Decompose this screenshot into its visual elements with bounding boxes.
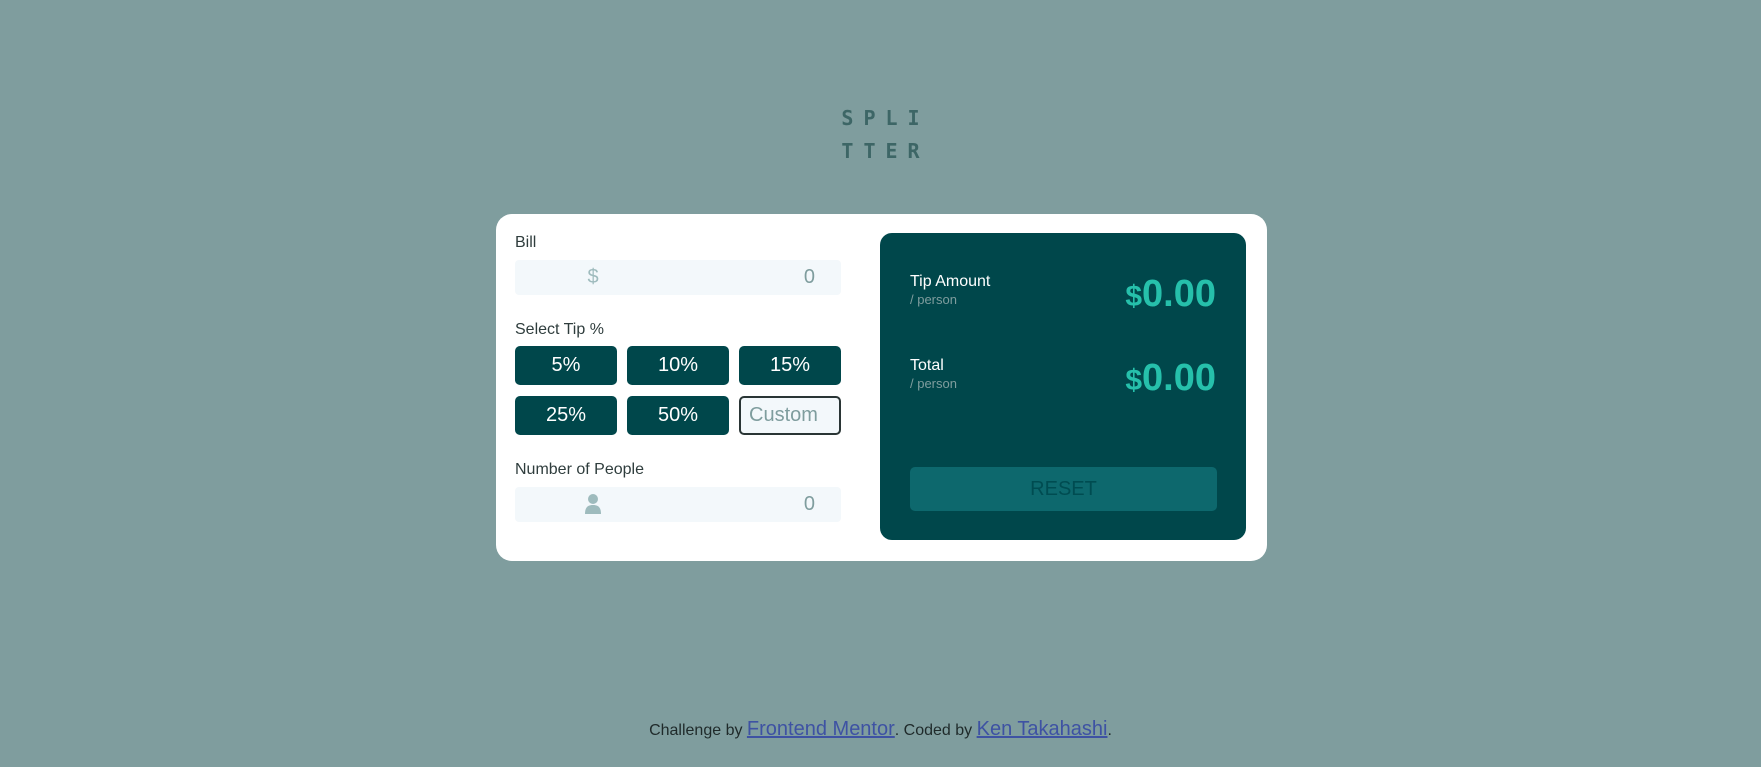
app-logo: SPLI TTER [0, 102, 1761, 168]
tip-50-button[interactable]: 50% [627, 396, 729, 435]
bill-input[interactable]: $ 0 [515, 260, 841, 295]
select-tip-label: Select Tip % [515, 321, 604, 338]
footer-middle: . Coded by [894, 722, 973, 739]
people-value: 0 [803, 493, 815, 515]
logo-line-1: SPLI [841, 106, 930, 130]
attribution-footer: Challenge by Frontend Mentor. Coded by K… [0, 718, 1761, 741]
total-sub: / person [910, 376, 957, 391]
people-label: Number of People [515, 461, 644, 478]
tip-5-button[interactable]: 5% [515, 346, 617, 385]
bill-value: 0 [803, 266, 815, 288]
tip-25-button[interactable]: 25% [515, 396, 617, 435]
tip-amount-label: Tip Amount [910, 273, 991, 290]
custom-tip-input[interactable]: Custom [739, 396, 841, 435]
results-panel: Tip Amount / person $0.00 Total / person… [880, 233, 1246, 540]
people-input[interactable]: 0 [515, 487, 841, 522]
tip-currency: $ [1125, 280, 1143, 313]
frontend-mentor-link[interactable]: Frontend Mentor [747, 718, 895, 740]
footer-suffix: . [1107, 722, 1112, 739]
logo-line-2: TTER [841, 139, 930, 163]
reset-button[interactable]: RESET [910, 467, 1217, 511]
tip-amount-sub: / person [910, 292, 957, 307]
dollar-icon: $ [587, 266, 599, 288]
total-label: Total [910, 357, 944, 374]
tip-amount-value: $0.00 [1125, 273, 1216, 318]
total-number: 0.00 [1142, 357, 1216, 399]
bill-label: Bill [515, 234, 537, 251]
author-link[interactable]: Ken Takahashi [977, 718, 1108, 740]
tip-15-button[interactable]: 15% [739, 346, 841, 385]
total-currency: $ [1125, 364, 1143, 397]
tip-10-button[interactable]: 10% [627, 346, 729, 385]
total-value: $0.00 [1125, 357, 1216, 402]
tip-amount-number: 0.00 [1142, 273, 1216, 315]
footer-prefix: Challenge by [649, 722, 743, 739]
person-icon [585, 493, 601, 515]
calculator-card: Bill $ 0 Select Tip % 5% 10% 15% 25% 50%… [496, 214, 1267, 561]
